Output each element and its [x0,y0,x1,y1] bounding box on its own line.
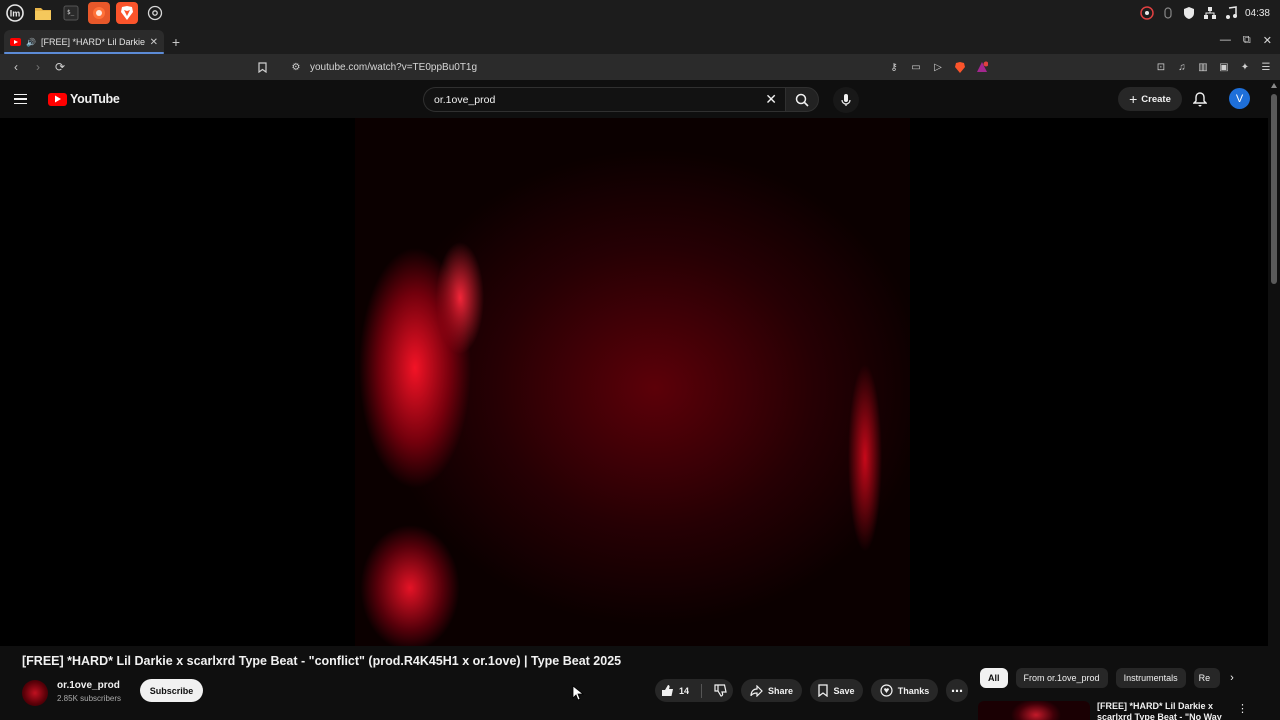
tab-close-icon[interactable]: ✕ [150,37,158,48]
subscribe-button[interactable]: Subscribe [140,679,203,702]
search-button[interactable] [785,87,819,112]
search-input-value: or.1ove_prod [434,93,496,106]
brave-icon[interactable] [116,2,138,24]
bookmark-icon[interactable] [256,61,268,73]
chip-instrumentals[interactable]: Instrumentals [1115,668,1186,688]
more-actions-icon[interactable]: ⋯ [946,679,968,702]
media-icon[interactable]: ♫ [1176,61,1188,73]
chip-all[interactable]: All [980,668,1008,688]
cast-icon[interactable]: ▭ [910,61,922,73]
browser-menu-icon[interactable]: ☰ [1260,61,1272,73]
files-icon[interactable] [32,2,54,24]
forward-icon[interactable]: › [28,57,48,77]
youtube-favicon-icon [10,38,21,46]
svg-text:$_: $_ [67,9,75,16]
terminal-icon[interactable]: $_ [60,2,82,24]
like-count: 14 [679,685,690,696]
mint-menu-icon[interactable]: lm [4,2,26,24]
save-button[interactable]: Save [810,679,863,702]
sidebar-icon[interactable]: ▥ [1197,61,1209,73]
youtube-header: YouTube or.1ove_prod ✕ + Create V [0,80,1268,118]
search-input[interactable]: or.1ove_prod ✕ [423,87,785,112]
key-icon[interactable]: ⚷ [888,61,900,73]
svg-text:lm: lm [10,9,21,19]
share-icon [750,684,763,697]
plus-icon: + [1129,91,1138,107]
chevron-right-icon[interactable]: › [1224,670,1240,686]
scroll-up-arrow-icon[interactable] [1271,83,1277,88]
music-icon[interactable] [1224,6,1238,20]
new-tab-button[interactable]: + [164,30,188,54]
thumbs-down-icon [714,684,727,697]
channel-avatar[interactable] [22,680,48,706]
thumbs-up-icon [662,685,673,696]
super-thanks-icon [880,684,893,697]
tab-strip: 🔊 [FREE] *HARD* Lil Darkie x ✕ + — ⧉ ✕ [0,26,1280,54]
video-player[interactable] [0,118,1268,646]
notifications-bell-icon[interactable] [1190,89,1210,109]
clock[interactable]: 04:38 [1245,8,1270,19]
save-bookmark-icon [818,684,829,697]
video-frame [355,118,910,646]
close-window-icon[interactable]: ✕ [1263,34,1272,47]
youtube-play-icon [48,92,67,106]
like-dislike-group: 14 [655,679,733,702]
subscriber-count: 2.85K subscribers [57,694,122,703]
back-icon[interactable]: ‹ [6,57,26,77]
update-icon[interactable] [1140,6,1154,20]
reload-icon[interactable]: ⟳ [50,57,70,77]
search-icon [795,93,809,107]
firefox-icon[interactable] [88,2,110,24]
video-info: [FREE] *HARD* Lil Darkie x scarlxrd Type… [0,646,1268,720]
shield-icon[interactable] [1182,6,1196,20]
url-field[interactable]: youtube.com/watch?v=TE0ppBu0T1g [310,62,477,73]
wallet-icon[interactable]: ▣ [1218,61,1230,73]
recommended-video-menu-icon[interactable]: ⋮ [1237,702,1248,715]
share-label: Share [767,685,793,696]
browser-toolbar: ‹ › ⟳ ⚙ youtube.com/watch?v=TE0ppBu0T1g … [0,54,1280,80]
youtube-logo-text: YouTube [70,92,120,106]
send-icon[interactable]: ▷ [932,61,944,73]
mouse-cursor-icon [572,685,584,701]
chip-from-channel[interactable]: From or.1ove_prod [1015,668,1108,688]
thanks-label: Thanks [897,685,930,696]
leo-ai-icon[interactable]: ✦ [1239,61,1251,73]
screenshot-icon[interactable]: ⊡ [1155,61,1167,73]
network-icon[interactable] [1203,6,1217,20]
brave-rewards-icon[interactable] [976,61,988,73]
youtube-logo[interactable]: YouTube [48,92,120,106]
hamburger-menu-icon[interactable] [14,89,34,109]
recommended-video-title[interactable]: [FREE] *HARD* Lil Darkie x scarlxrd Type… [1097,701,1227,720]
account-avatar[interactable]: V [1229,88,1250,109]
page-scrollbar[interactable] [1268,80,1280,720]
scroll-thumb[interactable] [1271,94,1277,284]
settings-icon[interactable] [144,2,166,24]
create-label: Create [1141,93,1171,105]
clear-search-icon[interactable]: ✕ [765,91,777,108]
dislike-button[interactable] [714,684,727,697]
share-button[interactable]: Share [741,679,802,702]
video-title: [FREE] *HARD* Lil Darkie x scarlxrd Type… [22,654,622,668]
audio-playing-icon[interactable]: 🔊 [26,38,36,47]
microphone-icon [841,94,851,106]
power-icon[interactable] [1161,6,1175,20]
channel-name[interactable]: or.1ove_prod [57,680,120,691]
chip-related[interactable]: Re [1193,668,1220,688]
recommended-video-thumbnail[interactable] [978,701,1090,720]
create-button[interactable]: + Create [1118,87,1182,111]
like-button[interactable]: 14 [661,684,689,697]
save-label: Save [833,685,855,696]
maximize-icon[interactable]: ⧉ [1243,34,1251,47]
tab-youtube[interactable]: 🔊 [FREE] *HARD* Lil Darkie x ✕ [4,30,164,54]
minimize-icon[interactable]: — [1220,34,1231,47]
recommendation-chips: All From or.1ove_prod Instrumentals Re [980,668,1220,688]
tab-title: [FREE] *HARD* Lil Darkie x [40,37,145,47]
thanks-button[interactable]: Thanks [871,679,938,702]
site-info-icon[interactable]: ⚙ [290,61,302,73]
os-taskbar: lm $_ 04:38 [0,0,1280,26]
voice-search-button[interactable] [833,87,859,113]
brave-shields-icon[interactable] [954,61,966,73]
